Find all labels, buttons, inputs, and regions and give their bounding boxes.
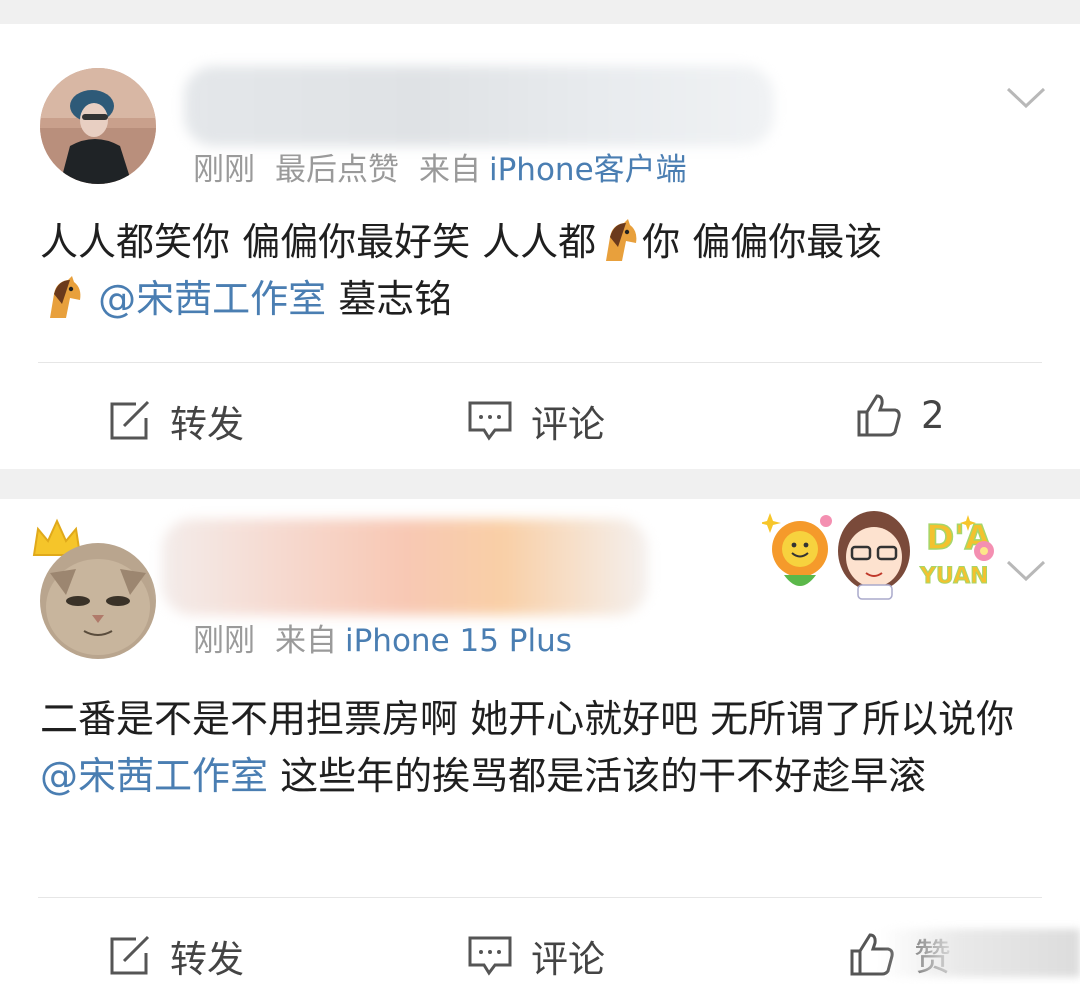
post-text-part: 你 偏偏你最该	[642, 220, 883, 264]
avatar[interactable]	[40, 543, 156, 659]
comment-label: 评论	[531, 403, 605, 446]
avatar[interactable]	[40, 68, 156, 184]
mention-link[interactable]: @宋茜工作室	[40, 754, 268, 798]
repost-button[interactable]: 转发	[106, 394, 244, 448]
post-meta: 刚刚 来自 iPhone 15 Plus	[193, 615, 592, 660]
repost-label: 转发	[170, 938, 244, 981]
repost-icon	[110, 935, 150, 975]
horse-emoji-icon	[606, 219, 637, 261]
badge-text-yuan: YUAN	[919, 564, 989, 589]
comment-icon	[468, 401, 512, 441]
divider	[38, 897, 1042, 898]
post-card-1: 刚刚 最后点赞 来自 iPhone客户端 人人都笑你 偏偏你最好笑 人人都 你 偏偏你最…	[0, 24, 1080, 469]
liked-note: 最后点赞	[275, 152, 399, 188]
comment-label: 评论	[531, 938, 605, 981]
post-separator	[0, 469, 1080, 499]
badge-decoration: D'A YUAN	[759, 505, 1002, 601]
mention-link[interactable]: @宋茜工作室	[98, 277, 326, 321]
like-count: 2	[921, 393, 945, 437]
source-device[interactable]: iPhone客户端	[489, 152, 687, 188]
username-blurred[interactable]	[184, 66, 774, 146]
post-text-part: 二番是不是不用担票房啊 她开心就好吧 无所谓了所以说你	[40, 697, 1015, 741]
comment-icon	[468, 936, 512, 976]
post-meta: 刚刚 最后点赞 来自 iPhone客户端	[193, 144, 707, 189]
post-text-part: 这些年的挨骂都是活该的干不好趁早滚	[268, 754, 927, 798]
top-separator	[0, 0, 1080, 24]
blurred-overlay	[880, 929, 1080, 977]
comment-button[interactable]: 评论	[467, 929, 605, 983]
thumbs-up-icon	[857, 394, 901, 437]
chevron-down-icon[interactable]	[1004, 557, 1048, 585]
horse-emoji-icon	[50, 276, 81, 318]
post-time: 刚刚	[193, 623, 255, 659]
post-text-part: 墓志铭	[326, 277, 453, 321]
comment-button[interactable]: 评论	[467, 394, 605, 448]
username-blurred[interactable]	[162, 519, 648, 615]
chevron-down-icon[interactable]	[1004, 84, 1048, 112]
post-card-2: D'A YUAN 刚刚 来自 iPhone 15 Plus 二番是不是不用担票房啊 …	[0, 499, 1080, 984]
post-text-part: 人人都笑你 偏偏你最好笑 人人都	[40, 220, 597, 264]
like-button[interactable]: 2	[855, 392, 945, 438]
source-prefix: 来自	[419, 152, 481, 188]
repost-icon	[110, 400, 150, 440]
divider	[38, 362, 1042, 363]
repost-label: 转发	[170, 403, 244, 446]
source-device[interactable]: iPhone 15 Plus	[345, 623, 572, 659]
post-time: 刚刚	[193, 152, 255, 188]
post-text: 二番是不是不用担票房啊 她开心就好吧 无所谓了所以说你 @宋茜工作室 这些年的挨骂…	[40, 691, 1040, 805]
repost-button[interactable]: 转发	[106, 929, 244, 983]
post-text: 人人都笑你 偏偏你最好笑 人人都 你 偏偏你最该 @宋茜工作室 墓志铭	[40, 214, 1040, 328]
source-prefix: 来自	[275, 623, 337, 659]
